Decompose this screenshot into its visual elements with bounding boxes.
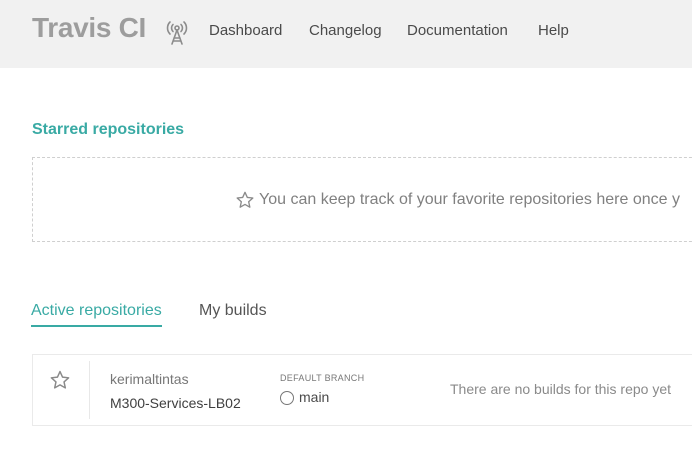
nav-changelog-link[interactable]: Changelog — [309, 21, 382, 41]
star-outline-icon — [236, 191, 254, 208]
nav-help-link[interactable]: Help — [538, 21, 569, 41]
repository-status-text: There are no builds for this repo yet — [450, 381, 672, 397]
repository-name-link[interactable]: M300-Services-LB02 — [110, 394, 241, 412]
tab-active-repositories[interactable]: Active repositories — [31, 300, 162, 327]
repository-owner[interactable]: kerimaltintas — [110, 370, 189, 388]
repository-row[interactable]: kerimaltintas M300-Services-LB02 DEFAULT… — [32, 354, 692, 426]
starred-empty-text: You can keep track of your favorite repo… — [259, 191, 680, 208]
starred-repositories-heading: Starred repositories — [32, 121, 185, 138]
repository-row-divider — [89, 361, 90, 419]
top-navigation-bar: Travis CI Dashboard Changelog Documentat… — [0, 0, 692, 68]
tab-my-builds[interactable]: My builds — [199, 300, 267, 322]
starred-empty-message: You can keep track of your favorite repo… — [235, 189, 680, 211]
brand-logo-text[interactable]: Travis CI — [32, 10, 146, 46]
nav-dashboard-link[interactable]: Dashboard — [209, 21, 282, 41]
starred-repositories-empty-box: You can keep track of your favorite repo… — [32, 157, 692, 242]
broadcast-tower-icon[interactable] — [166, 19, 188, 45]
default-branch-label: DEFAULT BRANCH — [280, 373, 365, 383]
branch-status-circle-icon — [280, 391, 294, 405]
nav-documentation-link[interactable]: Documentation — [407, 21, 508, 41]
star-repository-icon[interactable] — [49, 369, 71, 391]
default-branch-name[interactable]: main — [299, 388, 329, 406]
